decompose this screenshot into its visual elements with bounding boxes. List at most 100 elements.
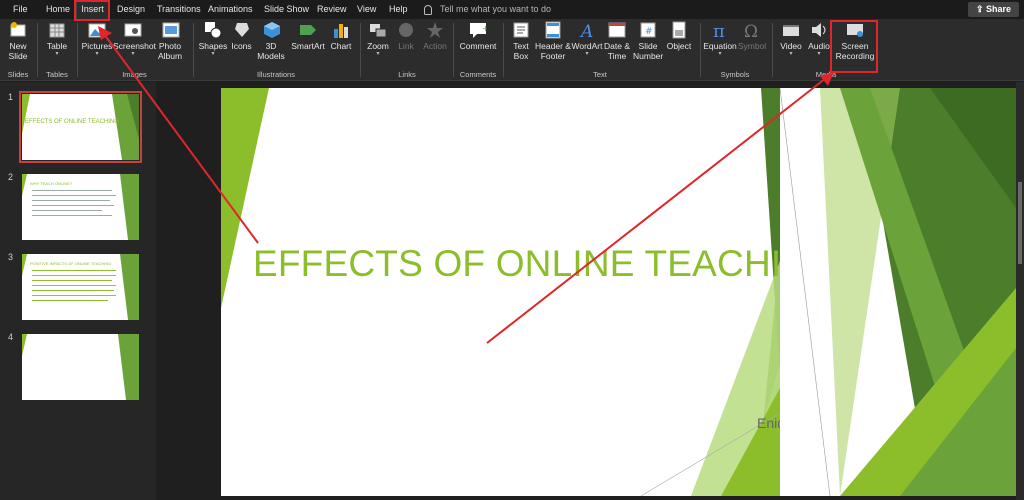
thumbnail-number: 2 [8, 172, 14, 182]
shapes-label: Shapes [198, 41, 228, 51]
slide-thumbnail-pane: 1 EFFECTS OF ONLINE TEACHING 2 WHY TEACH… [0, 82, 156, 500]
link-label: Link [398, 41, 414, 51]
photo-album-button[interactable]: Photo Album [154, 21, 188, 61]
equation-button[interactable]: π Equation ▾ [703, 21, 737, 57]
group-links: Links [398, 70, 416, 79]
main-slide[interactable]: EFFECTS OF ONLINE TEACHING Enid [221, 88, 780, 496]
ribbon-separator [360, 23, 361, 77]
text-box-button[interactable]: Text Box [507, 21, 535, 61]
slide-right-decoration [780, 88, 1016, 496]
slide-thumbnail-3[interactable]: POSITIVE IMPACTS OF ONLINE TEACHING [22, 254, 139, 320]
symbol-button[interactable]: Ω Symbol [737, 21, 767, 51]
slide-subtitle[interactable]: Enid [757, 415, 780, 431]
object-label: Object [666, 41, 692, 51]
zoom-button[interactable]: Zoom ▾ [364, 21, 392, 57]
thumbnail-text-line [32, 295, 116, 296]
share-label: Share [986, 4, 1012, 14]
icons-label: Icons [231, 41, 252, 51]
new-slide-label: New Slide [8, 41, 28, 61]
group-illustrations: Illustrations [257, 70, 295, 79]
header-footer-icon [545, 21, 561, 39]
scrollbar-thumb[interactable] [1018, 182, 1022, 264]
thumbnail-title: POSITIVE IMPACTS OF ONLINE TEACHING [30, 261, 112, 266]
header-footer-button[interactable]: Header & Footer [535, 21, 571, 61]
tell-me-text: Tell me what you want to do [440, 4, 552, 14]
ribbon-separator [37, 23, 38, 77]
tell-me-search[interactable]: Tell me what you want to do [424, 1, 551, 18]
equation-label: Equation [703, 41, 737, 51]
slide-thumbnail-1[interactable]: EFFECTS OF ONLINE TEACHING [19, 91, 142, 163]
ribbon-separator [503, 23, 504, 77]
tab-help[interactable]: Help [389, 1, 408, 19]
date-time-label: Date & Time [604, 41, 630, 61]
photo-album-label: Photo Album [157, 41, 183, 61]
object-icon [672, 21, 686, 39]
tab-home[interactable]: Home [46, 1, 70, 19]
wordart-button[interactable]: A WordArt ▾ [571, 21, 603, 57]
pi-equation-icon: π [713, 21, 725, 39]
object-button[interactable]: Object [665, 21, 693, 51]
thumbnail-text-line [32, 205, 114, 206]
slide-thumbnail-4[interactable] [22, 334, 139, 400]
calendar-icon [608, 22, 626, 38]
smartart-button[interactable]: SmartArt [290, 21, 326, 51]
menu-bar: File Home Insert Design Transitions Anim… [0, 0, 1024, 19]
slide-number-icon: # [640, 22, 656, 38]
video-button[interactable]: Video ▾ [777, 21, 805, 57]
action-label: Action [423, 41, 447, 51]
audio-label: Audio [808, 41, 830, 51]
tab-review[interactable]: Review [317, 1, 347, 19]
chart-button[interactable]: Chart [327, 21, 355, 51]
screenshot-button[interactable]: Screenshot ▾ [113, 21, 156, 57]
tab-animations[interactable]: Animations [208, 1, 253, 19]
slide-number-button[interactable]: # Slide Number [631, 21, 665, 61]
3d-models-button[interactable]: 3D Models [254, 21, 290, 61]
wordart-icon: A [579, 22, 593, 39]
thumbnail-title: EFFECTS OF ONLINE TEACHING [25, 119, 119, 125]
thumbnail-title: WHY TEACH ONLINE? [30, 181, 73, 186]
tab-file[interactable]: File [13, 1, 28, 19]
speaker-icon [812, 23, 826, 37]
tab-view[interactable]: View [357, 1, 376, 19]
thumbnail-number: 1 [8, 92, 14, 102]
photo-album-icon [162, 22, 180, 38]
audio-button[interactable]: Audio ▾ [805, 21, 833, 57]
vertical-scrollbar[interactable] [1016, 82, 1024, 500]
symbol-label: Symbol [737, 41, 767, 51]
action-button[interactable]: Action [420, 21, 450, 51]
icons-icon [234, 23, 249, 37]
pictures-button[interactable]: Pictures ▾ [81, 21, 113, 57]
group-images: Images [122, 70, 147, 79]
3d-models-label: 3D Models [257, 41, 285, 61]
slide-thumbnail-2[interactable]: WHY TEACH ONLINE? [22, 174, 139, 240]
svg-text:Ω: Ω [744, 22, 758, 39]
link-button[interactable]: Link [393, 21, 419, 51]
share-button[interactable]: ⇪ Share [968, 2, 1019, 17]
tab-slide-show[interactable]: Slide Show [264, 1, 309, 19]
ribbon-separator [772, 23, 773, 77]
tab-design[interactable]: Design [117, 1, 145, 19]
text-box-icon [513, 22, 529, 38]
thumbnail-text-line [32, 280, 112, 281]
shapes-icon [205, 22, 222, 39]
pictures-icon [88, 23, 106, 38]
slide-title[interactable]: EFFECTS OF ONLINE TEACHING [253, 243, 780, 285]
comment-icon: + [470, 23, 487, 38]
date-time-button[interactable]: Date & Time [603, 21, 631, 61]
group-text: Text [593, 70, 607, 79]
comment-button[interactable]: + Comment [457, 21, 499, 51]
tab-transitions[interactable]: Transitions [157, 1, 201, 19]
table-button[interactable]: Table ▾ [42, 21, 72, 57]
zoom-icon [370, 24, 387, 38]
new-slide-button[interactable]: New Slide [4, 21, 32, 61]
shapes-button[interactable]: Shapes ▾ [197, 21, 229, 57]
svg-text:π: π [713, 21, 725, 39]
svg-text:#: # [645, 27, 653, 37]
thumbnail-text-line [32, 285, 116, 286]
ribbon-separator [193, 23, 194, 77]
link-globe-icon [399, 23, 413, 37]
thumbnail-number: 3 [8, 252, 14, 262]
icons-button[interactable]: Icons [229, 21, 254, 51]
thumbnail-text-line [32, 195, 116, 196]
insert-tab-highlight [74, 0, 110, 21]
